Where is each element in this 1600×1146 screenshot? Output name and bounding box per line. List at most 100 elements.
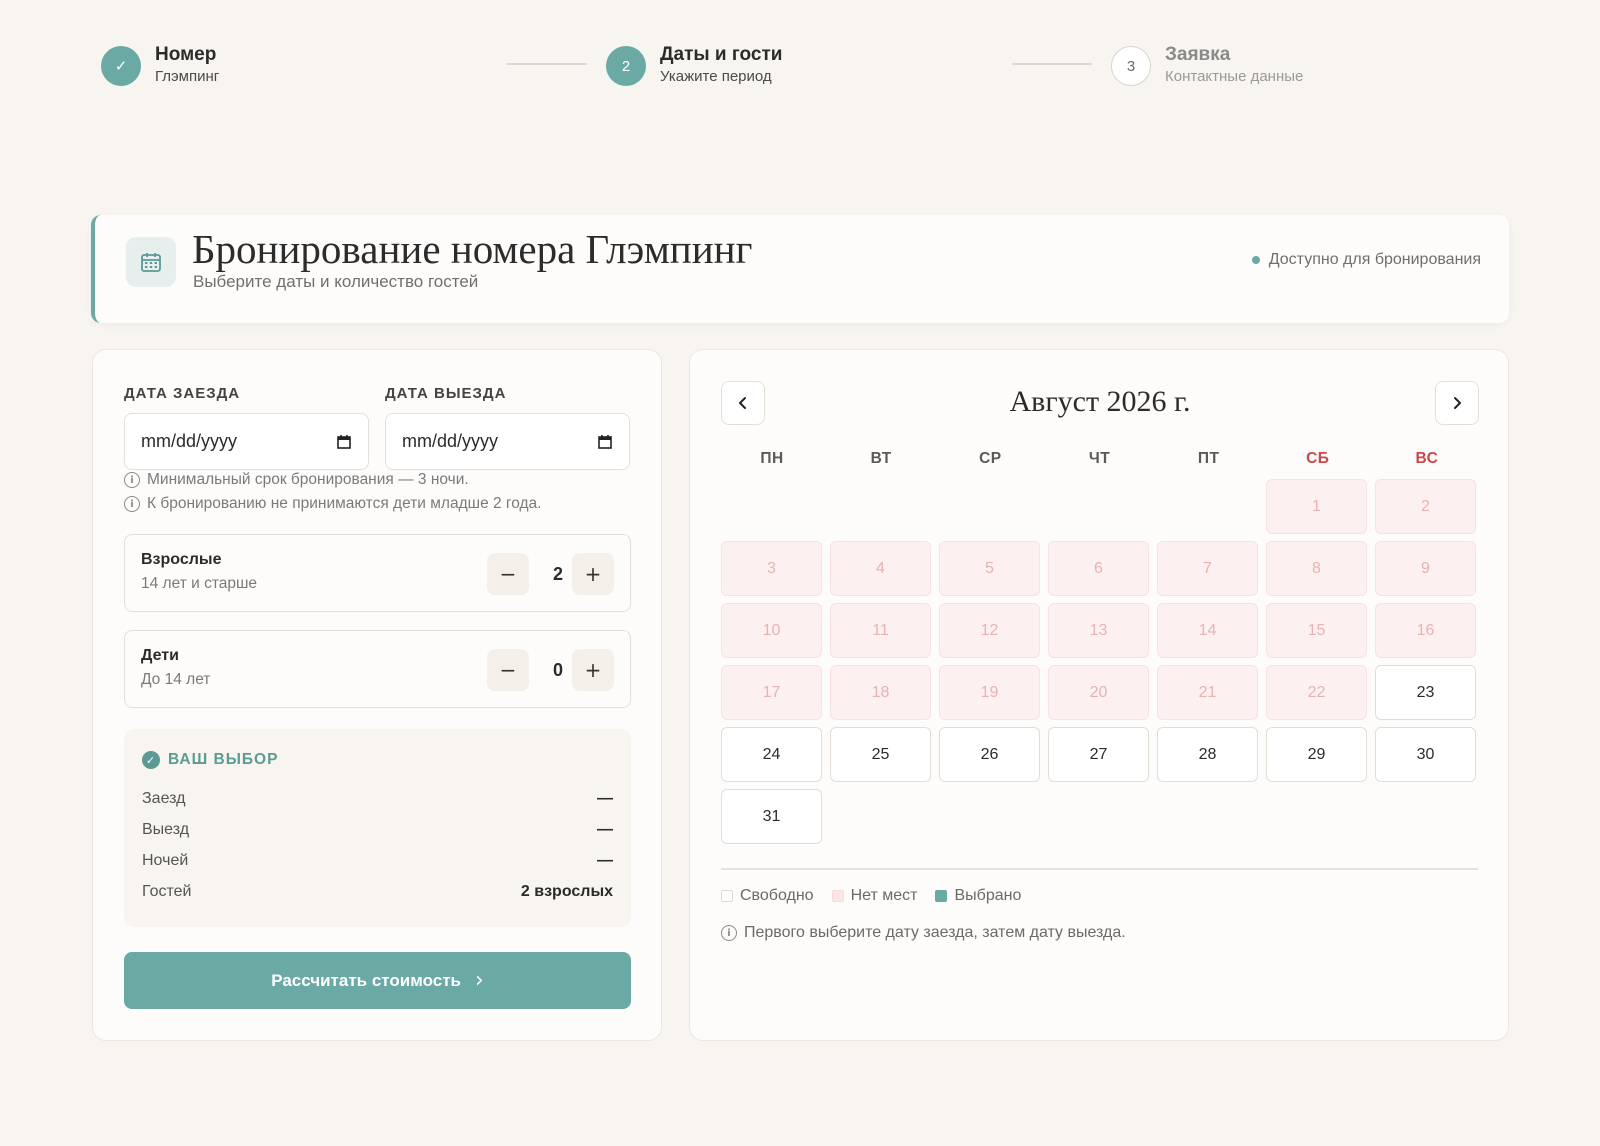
checkout-placeholder: mm/dd/yyyy — [402, 431, 499, 451]
step-subtitle: Глэмпинг — [155, 68, 220, 85]
weekday-label: ПТ — [1197, 450, 1220, 467]
adults-subtitle: 14 лет и старше — [141, 575, 258, 592]
checkin-placeholder: mm/dd/yyyy — [141, 431, 238, 451]
chevron-right-icon: › — [474, 968, 484, 993]
summary-row-nights: Ночей — — [142, 852, 613, 870]
calendar-day-unavailable: 3 — [721, 541, 822, 596]
step-title: Номер — [155, 44, 217, 65]
booking-header: Бронирование номера Глэмпинг Выберите да… — [91, 215, 1509, 323]
calendar-day-unavailable: 13 — [1048, 603, 1149, 658]
calendar-day-unavailable: 19 — [939, 665, 1040, 720]
calendar-day-unavailable: 14 — [1157, 603, 1258, 658]
step-request[interactable]: 3 Заявка Контактные данные — [1111, 44, 1303, 88]
weekday-label: СР — [979, 450, 1002, 467]
children-title: Дети — [141, 647, 179, 664]
step-title: Даты и гости — [660, 44, 783, 65]
children-decrement-button[interactable]: − — [487, 649, 529, 691]
legend-busy: Нет мест — [831, 887, 918, 905]
summary-label: Гостей — [142, 883, 192, 900]
adults-title: Взрослые — [141, 551, 222, 568]
children-count: 0 — [552, 659, 563, 680]
info-icon: i — [124, 472, 140, 488]
step-subtitle: Контактные данные — [1165, 68, 1304, 85]
calendar-day-available[interactable]: 29 — [1266, 727, 1367, 782]
step-room[interactable]: ✓ Номер Глэмпинг — [101, 44, 219, 88]
checkin-date-input[interactable]: mm/dd/yyyy — [124, 413, 369, 470]
calendar-day-unavailable: 10 — [721, 603, 822, 658]
empty-day-cell — [939, 479, 1040, 534]
calendar-picker-icon[interactable] — [336, 434, 352, 450]
min-stay-note: i Минимальный срок бронирования — 3 ночи… — [124, 471, 469, 489]
calendar-icon — [126, 237, 176, 287]
children-counter: Дети До 14 лет − 0 + — [124, 630, 631, 708]
next-month-button[interactable] — [1435, 381, 1479, 425]
info-icon: i — [124, 496, 140, 512]
adults-increment-button[interactable]: + — [572, 553, 614, 595]
calendar-day-unavailable: 21 — [1157, 665, 1258, 720]
calculate-price-button[interactable]: Рассчитать стоимость › — [124, 952, 631, 1009]
chevron-right-icon — [1454, 397, 1461, 409]
calendar-day-unavailable: 22 — [1266, 665, 1367, 720]
adults-decrement-button[interactable]: − — [487, 553, 529, 595]
summary-value: — — [597, 790, 613, 807]
calendar-day-unavailable: 1 — [1266, 479, 1367, 534]
booking-stepper: ✓ Номер Глэмпинг 2 Даты и гости Укажите … — [0, 0, 1600, 130]
calendar-day-available[interactable]: 24 — [721, 727, 822, 782]
calendar-day-unavailable: 17 — [721, 665, 822, 720]
checkout-date-input[interactable]: mm/dd/yyyy — [385, 413, 630, 470]
calendar-day-unavailable: 20 — [1048, 665, 1149, 720]
hint-text: Первого выберите дату заезда, затем дату… — [744, 924, 1126, 941]
children-increment-button[interactable]: + — [572, 649, 614, 691]
calendar-day-unavailable: 6 — [1048, 541, 1149, 596]
summary-row-guests: Гостей 2 взрослых — [142, 883, 613, 901]
calendar-day-available[interactable]: 30 — [1375, 727, 1476, 782]
calendar-day-available[interactable]: 23 — [1375, 665, 1476, 720]
summary-row-checkout: Выезд — — [142, 821, 613, 839]
calendar-day-unavailable: 16 — [1375, 603, 1476, 658]
calendar-day-available[interactable]: 31 — [721, 789, 822, 844]
summary-value: — — [597, 852, 613, 869]
calendar-picker-icon[interactable] — [597, 434, 613, 450]
step-number: 3 — [1111, 46, 1151, 86]
calendar-legend: Свободно Нет мест Выбрано — [721, 887, 1039, 905]
summary-label: Ночей — [142, 852, 189, 869]
empty-day-cell — [830, 479, 931, 534]
step-connector — [1012, 63, 1092, 65]
summary-label: Заезд — [142, 790, 186, 807]
calendar-day-available[interactable]: 26 — [939, 727, 1040, 782]
summary-label: Выезд — [142, 821, 190, 838]
calendar-day-available[interactable]: 27 — [1048, 727, 1149, 782]
calendar-hint: i Первого выберите дату заезда, затем да… — [721, 924, 1126, 942]
legend-label: Нет мест — [850, 887, 918, 904]
legend-selected: Выбрано — [935, 887, 1021, 905]
weekday-label: СБ — [1306, 450, 1330, 467]
availability-status: Доступно для бронирования — [1251, 251, 1481, 269]
calendar-day-unavailable: 12 — [939, 603, 1040, 658]
calendar-day-available[interactable]: 28 — [1157, 727, 1258, 782]
calendar-divider — [721, 868, 1478, 870]
summary-value: — — [597, 821, 613, 838]
step-connector — [507, 63, 587, 65]
calendar-day-unavailable: 15 — [1266, 603, 1367, 658]
summary-title: ВАШ ВЫБОР — [168, 751, 279, 768]
calendar-day-unavailable: 11 — [830, 603, 931, 658]
weekday-label: ПН — [760, 450, 784, 467]
calendar-day-unavailable: 18 — [830, 665, 931, 720]
calendar-day-unavailable: 8 — [1266, 541, 1367, 596]
step-number: 2 — [606, 46, 646, 86]
calculate-label: Рассчитать стоимость — [271, 970, 461, 990]
page-title: Бронирование номера Глэмпинг — [192, 226, 753, 272]
calendar-days-grid: 1 2 3 4 5 6 7 8 9 10 11 12 13 14 15 16 17 18 19 20 21 22 23 24 2… — [721, 479, 1478, 844]
calendar-day-unavailable: 5 — [939, 541, 1040, 596]
legend-label: Выбрано — [954, 887, 1022, 904]
status-text: Доступно для бронирования — [1268, 251, 1481, 268]
adults-counter: Взрослые 14 лет и старше − 2 + — [124, 534, 631, 612]
calendar-day-available[interactable]: 25 — [830, 727, 931, 782]
legend-free: Свободно — [721, 887, 814, 905]
check-circle-icon: ✓ — [142, 751, 160, 769]
step-dates[interactable]: 2 Даты и гости Укажите период — [606, 44, 782, 88]
booking-form: ДАТА ЗАЕЗДА ДАТА ВЫЕЗДА mm/dd/yyyy mm/dd… — [92, 349, 662, 1041]
note-text: К бронированию не принимаются дети младш… — [147, 495, 542, 512]
status-dot-icon — [1251, 256, 1260, 264]
checkin-label: ДАТА ЗАЕЗДА — [124, 385, 241, 402]
